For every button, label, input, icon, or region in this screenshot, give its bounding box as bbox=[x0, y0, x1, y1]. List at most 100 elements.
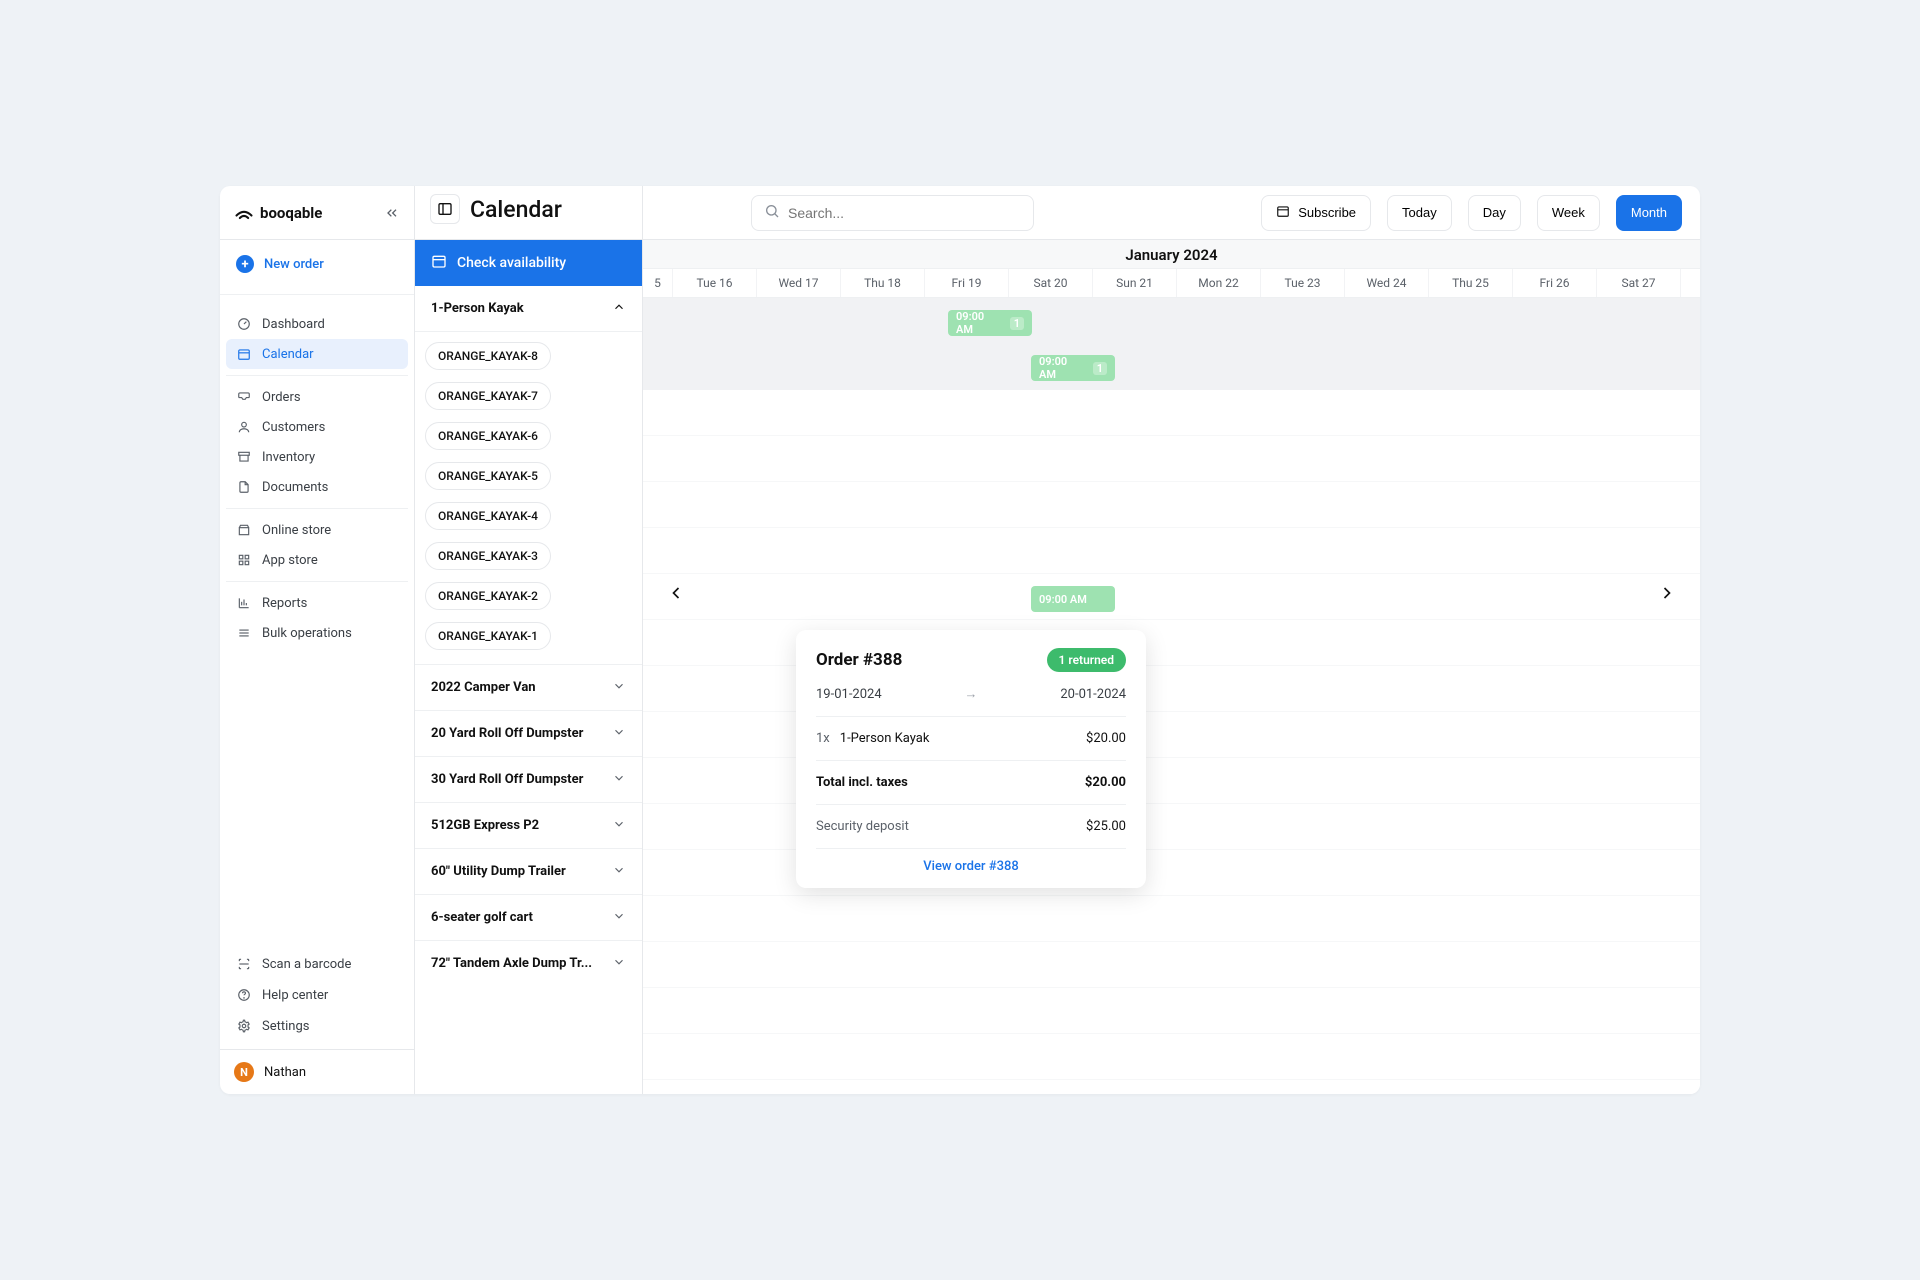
sidebar-item-documents[interactable]: Documents bbox=[226, 472, 408, 502]
app-window: Calendar booqable + New order D bbox=[220, 186, 1700, 1094]
next-arrow-icon[interactable] bbox=[1652, 578, 1682, 608]
nav-main: Dashboard Calendar Orders Customers Inve… bbox=[220, 301, 414, 656]
store-icon bbox=[236, 522, 252, 538]
search-icon bbox=[764, 203, 780, 223]
scan-barcode-button[interactable]: Scan a barcode bbox=[226, 948, 408, 979]
resource-chip[interactable]: ORANGE_KAYAK-1 bbox=[425, 622, 551, 650]
day-header[interactable]: Sat 20 bbox=[1009, 269, 1093, 297]
user-menu[interactable]: N Nathan bbox=[220, 1049, 414, 1094]
sidebar-item-label: Orders bbox=[262, 390, 301, 405]
collapse-sidebar-icon[interactable] bbox=[384, 205, 400, 221]
calendar-event[interactable]: 09:00 AM 1 bbox=[948, 310, 1032, 336]
resource-chip[interactable]: ORANGE_KAYAK-4 bbox=[425, 502, 551, 530]
sidebar-item-customers[interactable]: Customers bbox=[226, 412, 408, 442]
order-title: Order #388 bbox=[816, 650, 902, 670]
search-field[interactable] bbox=[751, 195, 1034, 231]
day-header[interactable]: Wed 17 bbox=[757, 269, 841, 297]
event-count: 1 bbox=[1093, 362, 1107, 375]
gear-icon bbox=[236, 1018, 252, 1034]
calendar-icon bbox=[1276, 204, 1290, 221]
date-range: 19-01-2024 → 20-01-2024 bbox=[816, 686, 1126, 702]
brand: booqable bbox=[234, 203, 322, 223]
check-availability-button[interactable]: Check availability bbox=[415, 240, 642, 286]
nav-separator bbox=[226, 581, 408, 582]
resource-chip[interactable]: ORANGE_KAYAK-5 bbox=[425, 462, 551, 490]
category-label: 512GB Express P2 bbox=[431, 818, 539, 833]
sidebar-item-dashboard[interactable]: Dashboard bbox=[226, 309, 408, 339]
inbox-icon bbox=[236, 389, 252, 405]
day-header[interactable]: Tue 23 bbox=[1261, 269, 1345, 297]
day-header[interactable]: 5 bbox=[643, 269, 673, 297]
calendar-event[interactable]: 09:00 AM 1 bbox=[1031, 355, 1115, 381]
category-label: 2022 Camper Van bbox=[431, 680, 536, 695]
sidebar-item-calendar[interactable]: Calendar bbox=[226, 339, 408, 369]
page-title: Calendar bbox=[470, 196, 562, 223]
day-header[interactable]: Sat 27 bbox=[1597, 269, 1681, 297]
panel-toggle-icon[interactable] bbox=[430, 194, 460, 224]
deposit-value: $25.00 bbox=[1086, 819, 1126, 834]
resource-chip[interactable]: ORANGE_KAYAK-7 bbox=[425, 382, 551, 410]
sidebar-item-label: Inventory bbox=[262, 450, 315, 465]
day-header[interactable]: Tue 16 bbox=[673, 269, 757, 297]
day-view-button[interactable]: Day bbox=[1468, 195, 1521, 231]
help-center-button[interactable]: Help center bbox=[226, 979, 408, 1010]
brand-logo-icon bbox=[234, 203, 254, 223]
settings-button[interactable]: Settings bbox=[226, 1010, 408, 1041]
calendar-icon bbox=[236, 346, 252, 362]
apps-icon bbox=[236, 552, 252, 568]
topbar: Subscribe Today Day Week Month bbox=[643, 186, 1700, 240]
chevron-up-icon bbox=[612, 300, 626, 318]
category-row[interactable]: 512GB Express P2 bbox=[415, 802, 642, 848]
chevron-down-icon bbox=[612, 679, 626, 697]
category-row[interactable]: 72" Tandem Axle Dump Tr... bbox=[415, 940, 642, 986]
sidebar-item-label: Scan a barcode bbox=[262, 957, 351, 972]
day-header[interactable]: Fri 26 bbox=[1513, 269, 1597, 297]
category-row[interactable]: 20 Yard Roll Off Dumpster bbox=[415, 710, 642, 756]
subscribe-button[interactable]: Subscribe bbox=[1261, 195, 1371, 231]
resource-group-header[interactable]: 1-Person Kayak bbox=[415, 286, 642, 332]
day-header[interactable]: Su bbox=[1681, 269, 1700, 297]
event-time: 09:00 AM bbox=[1039, 355, 1087, 381]
category-row[interactable]: 30 Yard Roll Off Dumpster bbox=[415, 756, 642, 802]
category-label: 72" Tandem Axle Dump Tr... bbox=[431, 956, 592, 971]
new-order-button[interactable]: + New order bbox=[226, 248, 408, 280]
category-row[interactable]: 6-seater golf cart bbox=[415, 894, 642, 940]
barcode-icon bbox=[236, 956, 252, 972]
deposit-line: Security deposit $25.00 bbox=[816, 804, 1126, 848]
day-header[interactable]: Wed 24 bbox=[1345, 269, 1429, 297]
week-view-button[interactable]: Week bbox=[1537, 195, 1600, 231]
calendar-event[interactable]: 09:00 AM bbox=[1031, 586, 1115, 612]
month-view-button[interactable]: Month bbox=[1616, 195, 1682, 231]
day-header[interactable]: Mon 22 bbox=[1177, 269, 1261, 297]
prev-arrow-icon[interactable] bbox=[661, 578, 691, 608]
category-label: 30 Yard Roll Off Dumpster bbox=[431, 772, 583, 787]
category-label: 6-seater golf cart bbox=[431, 910, 533, 925]
chevron-down-icon bbox=[612, 817, 626, 835]
resource-chip[interactable]: ORANGE_KAYAK-3 bbox=[425, 542, 551, 570]
sidebar-item-bulk-operations[interactable]: Bulk operations bbox=[226, 618, 408, 648]
day-header[interactable]: Sun 21 bbox=[1093, 269, 1177, 297]
sidebar-footer: Scan a barcode Help center Settings bbox=[220, 940, 414, 1049]
day-header[interactable]: Fri 19 bbox=[925, 269, 1009, 297]
chevron-down-icon bbox=[612, 725, 626, 743]
resource-chip[interactable]: ORANGE_KAYAK-6 bbox=[425, 422, 551, 450]
sidebar-item-orders[interactable]: Orders bbox=[226, 382, 408, 412]
search-input[interactable] bbox=[788, 205, 1021, 221]
sidebar-item-label: Documents bbox=[262, 480, 328, 495]
sidebar-item-app-store[interactable]: App store bbox=[226, 545, 408, 575]
resource-chip[interactable]: ORANGE_KAYAK-2 bbox=[425, 582, 551, 610]
view-order-link[interactable]: View order #388 bbox=[816, 848, 1126, 876]
category-row[interactable]: 60" Utility Dump Trailer bbox=[415, 848, 642, 894]
sidebar-item-online-store[interactable]: Online store bbox=[226, 515, 408, 545]
day-header[interactable]: Thu 18 bbox=[841, 269, 925, 297]
sidebar-item-reports[interactable]: Reports bbox=[226, 588, 408, 618]
day-header[interactable]: Thu 25 bbox=[1429, 269, 1513, 297]
total-line: Total incl. taxes $20.00 bbox=[816, 760, 1126, 804]
group-band bbox=[643, 298, 1700, 390]
line-price: $20.00 bbox=[1086, 731, 1126, 746]
check-availability-label: Check availability bbox=[457, 255, 566, 271]
today-button[interactable]: Today bbox=[1387, 195, 1452, 231]
sidebar-item-inventory[interactable]: Inventory bbox=[226, 442, 408, 472]
category-row[interactable]: 2022 Camper Van bbox=[415, 664, 642, 710]
resource-chip[interactable]: ORANGE_KAYAK-8 bbox=[425, 342, 551, 370]
